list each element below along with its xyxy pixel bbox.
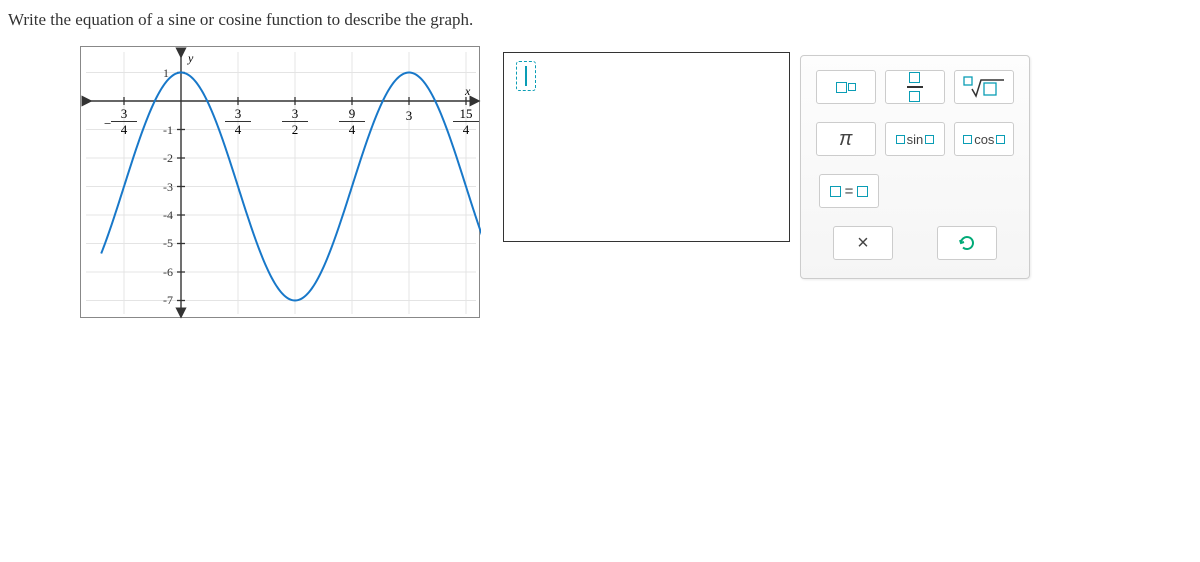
- fraction-button[interactable]: [885, 70, 945, 104]
- svg-text:x: x: [464, 84, 471, 98]
- equation-cursor[interactable]: [516, 61, 536, 91]
- function-graph: 1 -1 -2 -3 -4 -5 -6 -7 y x −34 34 32 94 …: [80, 46, 480, 318]
- x-tick-154: 154: [453, 107, 479, 136]
- x-tick-94: 94: [339, 107, 365, 136]
- x-tick-32: 32: [282, 107, 308, 136]
- clear-button[interactable]: ×: [833, 226, 893, 260]
- svg-text:-4: -4: [163, 208, 173, 222]
- question-text: Write the equation of a sine or cosine f…: [8, 10, 473, 30]
- x-tick-3: 3: [396, 109, 422, 122]
- svg-text:1: 1: [163, 66, 169, 80]
- svg-text:y: y: [187, 51, 194, 65]
- svg-text:-1: -1: [163, 123, 173, 137]
- x-tick-34: 34: [225, 107, 251, 136]
- cos-button[interactable]: cos: [954, 122, 1014, 156]
- svg-text:-3: -3: [163, 180, 173, 194]
- sin-button[interactable]: sin: [885, 122, 945, 156]
- svg-text:-6: -6: [163, 265, 173, 279]
- svg-text:-2: -2: [163, 151, 173, 165]
- answer-input-panel[interactable]: [503, 52, 790, 242]
- undo-button[interactable]: [937, 226, 997, 260]
- x-tick-neg34: −34: [111, 107, 137, 136]
- svg-text:-7: -7: [163, 293, 173, 307]
- nth-root-button[interactable]: [954, 70, 1014, 104]
- svg-text:-5: -5: [163, 236, 173, 250]
- pi-button[interactable]: π: [816, 122, 876, 156]
- equals-button[interactable]: =: [819, 174, 879, 208]
- exponent-button[interactable]: [816, 70, 876, 104]
- math-toolbox: π sin cos = ×: [800, 55, 1030, 279]
